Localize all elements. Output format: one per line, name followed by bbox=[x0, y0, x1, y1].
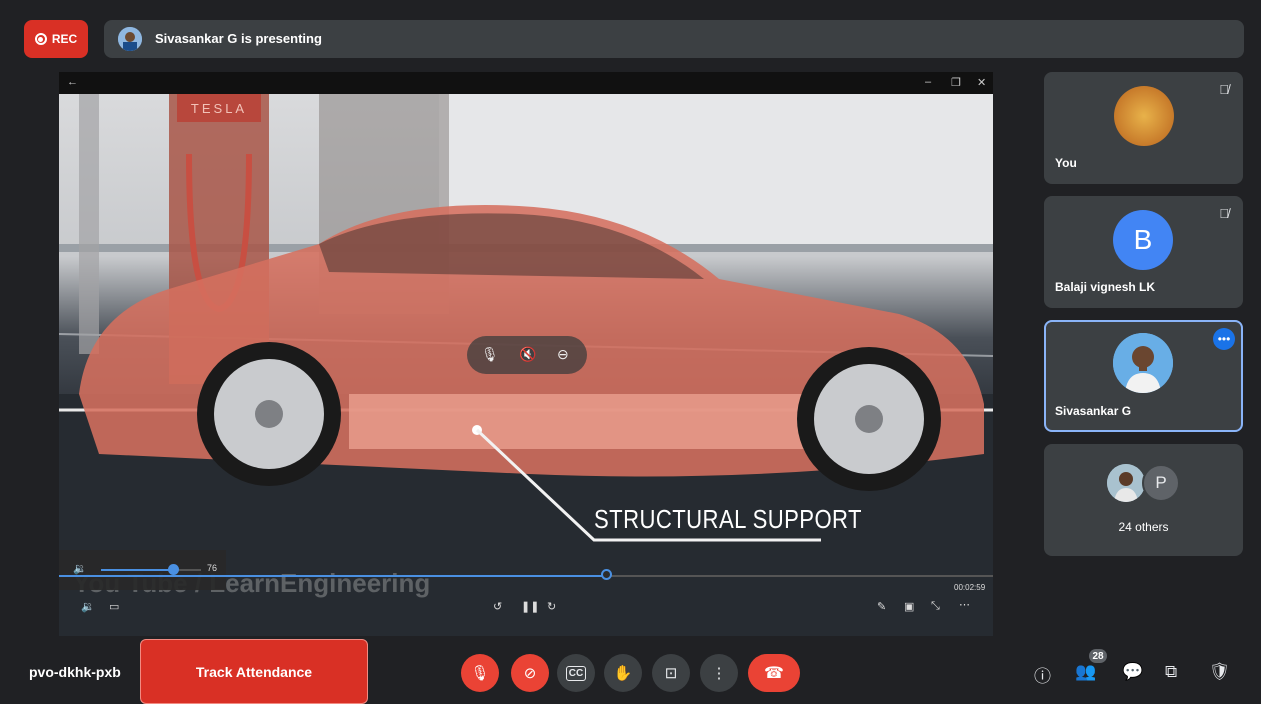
participant-tile-you[interactable]: 🎙̸ You bbox=[1044, 72, 1243, 184]
avatar bbox=[1113, 333, 1173, 393]
participant-tile-balaji[interactable]: B 🎙̸ Balaji vignesh LK bbox=[1044, 196, 1243, 308]
more-vert-icon: ⋮ bbox=[711, 665, 727, 682]
video-progress-fill bbox=[59, 575, 607, 577]
record-icon bbox=[34, 33, 47, 45]
present-screen-icon: ⊡ bbox=[664, 665, 678, 682]
avatar bbox=[1114, 86, 1174, 146]
person-photo-icon bbox=[1113, 333, 1173, 393]
video-progress-knob[interactable] bbox=[601, 569, 612, 580]
video-volume-icon[interactable]: 🔉 bbox=[81, 600, 95, 613]
mic-off-icon: 🎙̸ bbox=[1219, 82, 1229, 97]
minimize-icon[interactable]: – bbox=[925, 76, 931, 88]
forward-icon[interactable]: ↻ bbox=[547, 600, 556, 613]
rec-label: REC bbox=[51, 32, 78, 46]
avatar: B bbox=[1113, 210, 1173, 270]
participant-tile-sivasankar[interactable]: ••• Sivasankar G bbox=[1044, 320, 1243, 432]
participant-tile-others[interactable]: P 24 others bbox=[1044, 444, 1243, 556]
avatar-initial: P bbox=[1142, 464, 1180, 502]
others-count: 24 others bbox=[1118, 520, 1169, 534]
mic-toggle-button[interactable]: 🎙 bbox=[461, 654, 499, 692]
volume-icon[interactable]: 🔉 bbox=[73, 562, 87, 575]
people-icon[interactable]: 👥 bbox=[1075, 662, 1096, 682]
brand-sign: TESLA bbox=[191, 101, 247, 116]
end-call-button[interactable]: ☎ bbox=[748, 654, 800, 692]
volume-value: 76 bbox=[207, 563, 218, 573]
close-icon[interactable]: ✕ bbox=[977, 76, 986, 89]
more-options-button[interactable]: ⋮ bbox=[700, 654, 738, 692]
raise-hand-button[interactable]: ✋ bbox=[604, 654, 642, 692]
exit-fullscreen-icon[interactable]: ⤡ bbox=[931, 600, 940, 613]
mic-off-icon: 🎙 bbox=[470, 665, 490, 682]
speaker-off-icon[interactable]: 🔇 bbox=[519, 346, 536, 363]
rewind-icon[interactable]: ↺ bbox=[493, 600, 502, 613]
participant-name: Balaji vignesh LK bbox=[1055, 280, 1156, 294]
activities-icon[interactable]: ⧉ bbox=[1165, 662, 1177, 682]
structural-support-label: STRUCTURAL SUPPORT bbox=[594, 504, 862, 534]
mic-off-icon: 🎙̸ bbox=[1219, 206, 1229, 221]
meeting-code: pvo-dkhk-pxb bbox=[29, 664, 121, 680]
pause-icon[interactable]: ❚❚ bbox=[521, 600, 539, 613]
participant-name: Sivasankar G bbox=[1055, 404, 1132, 418]
restore-icon[interactable]: ❐ bbox=[951, 76, 961, 89]
participant-name: You bbox=[1055, 156, 1077, 170]
mic-off-icon[interactable]: 🎙 bbox=[481, 346, 499, 363]
pip-icon[interactable]: ▣ bbox=[904, 600, 914, 613]
more-icon[interactable]: ⋯ bbox=[959, 598, 970, 611]
recording-button[interactable]: REC bbox=[24, 20, 88, 58]
present-button[interactable]: ⊡ bbox=[652, 654, 690, 692]
info-icon[interactable]: ⓘ bbox=[1034, 662, 1051, 687]
subtitles-icon[interactable]: ▭ bbox=[109, 600, 119, 613]
captions-button[interactable]: CC bbox=[557, 654, 595, 692]
avatar bbox=[1107, 464, 1145, 502]
remove-icon[interactable]: ⊖ bbox=[557, 346, 569, 363]
presenter-avatar bbox=[118, 27, 142, 51]
window-titlebar: ← – ❐ ✕ bbox=[59, 72, 993, 94]
person-avatar-icon bbox=[118, 27, 142, 51]
camera-off-icon: ⊘ bbox=[523, 665, 537, 682]
captions-icon: CC bbox=[565, 665, 587, 681]
pen-icon[interactable]: ✎ bbox=[877, 600, 886, 613]
participants-count-badge: 28 bbox=[1089, 649, 1107, 663]
video-time: 00:02:59 bbox=[954, 583, 986, 592]
presenting-text: Sivasankar G is presenting bbox=[155, 31, 322, 46]
volume-slider-knob[interactable] bbox=[168, 564, 179, 575]
volume-fill bbox=[101, 569, 173, 571]
shared-screen: ← – ❐ ✕ TESLA 🎙 🔇 ⊖ STRUCTURAL SUPPORT Y… bbox=[59, 72, 993, 636]
floating-controls: 🎙 🔇 ⊖ bbox=[467, 336, 587, 374]
back-icon[interactable]: ← bbox=[67, 76, 78, 88]
camera-toggle-button[interactable]: ⊘ bbox=[511, 654, 549, 692]
host-controls-icon[interactable]: 🛡 bbox=[1209, 662, 1231, 682]
track-attendance-button[interactable]: Track Attendance bbox=[140, 639, 368, 704]
phone-hangup-icon: ☎ bbox=[764, 665, 784, 682]
hand-icon: ✋ bbox=[613, 665, 633, 682]
volume-panel: 🔉 76 bbox=[59, 550, 226, 590]
chat-icon[interactable]: 💬 bbox=[1122, 662, 1143, 682]
person-photo-icon bbox=[1107, 464, 1145, 502]
more-options-button[interactable]: ••• bbox=[1213, 328, 1235, 350]
